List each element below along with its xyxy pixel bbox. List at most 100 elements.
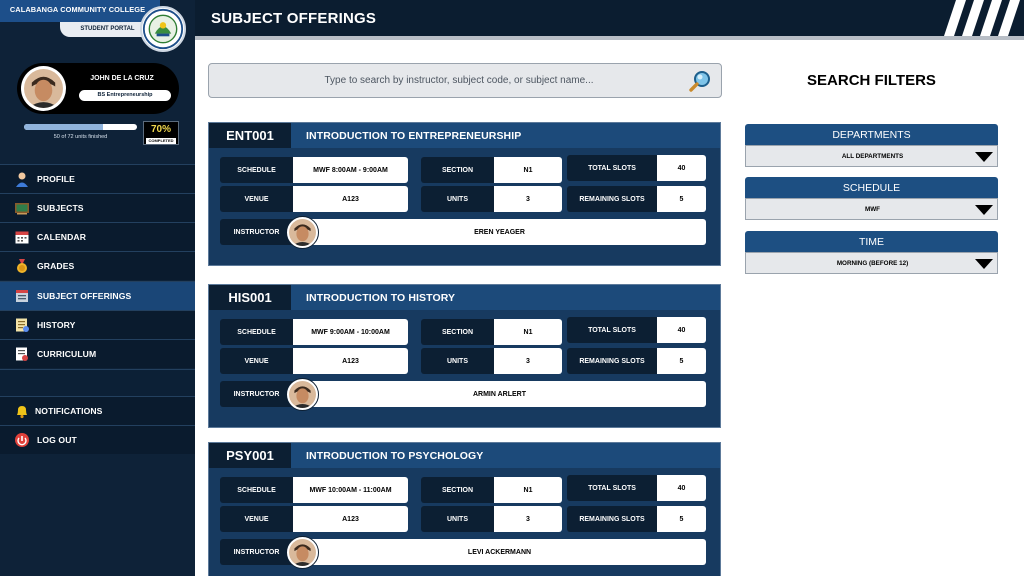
venue-field: VENUE A123	[220, 506, 408, 532]
units-label: UNITS	[421, 348, 494, 374]
student-program: BS Entrepreneurship	[79, 90, 171, 101]
sidebar-item-label: GRADES	[37, 261, 75, 271]
sidebar-item-label: CURRICULUM	[37, 349, 97, 359]
total-slots-field: TOTAL SLOTS 40	[567, 475, 706, 501]
instructor-label: INSTRUCTOR	[220, 539, 293, 565]
search-bar	[208, 63, 722, 98]
course-header: PSY001 INTRODUCTION TO PSYCHOLOGY	[209, 443, 720, 468]
header-rule	[195, 36, 1024, 40]
filter-label: TIME	[745, 231, 998, 253]
sidebar-item-subject-offerings[interactable]: SUBJECT OFFERINGS	[0, 281, 195, 310]
total-slots-label: TOTAL SLOTS	[567, 155, 657, 181]
venue-value: A123	[293, 506, 408, 532]
history-icon	[16, 318, 29, 332]
sidebar-item-label: LOG OUT	[37, 435, 77, 445]
schedule-value: MWF 10:00AM - 11:00AM	[293, 477, 408, 503]
remaining-slots-field: REMAINING SLOTS 5	[567, 186, 706, 212]
sidebar-item-history[interactable]: HISTORY	[0, 310, 195, 339]
instructor-avatar	[286, 378, 319, 411]
course-code-box: HIS001	[209, 285, 291, 310]
units-progress-bar	[24, 124, 137, 130]
chalkboard-icon	[15, 203, 29, 215]
dropdown-value: MWF	[864, 206, 881, 213]
search-input[interactable]	[249, 64, 669, 97]
course-code-box: PSY001	[209, 443, 291, 468]
sidebar-item-profile[interactable]: PROFILE	[0, 164, 195, 193]
units-value: 3	[494, 348, 562, 374]
sidebar-item-label: PROFILE	[37, 174, 75, 184]
sidebar-item-label: SUBJECT OFFERINGS	[37, 291, 132, 301]
offerings-icon	[16, 290, 28, 302]
total-slots-field: TOTAL SLOTS 40	[567, 317, 706, 343]
departments-dropdown[interactable]: ALL DEPARTMENTS	[745, 145, 998, 167]
section-value: N1	[494, 319, 562, 345]
brand-bar: CALABANGA COMMUNITY COLLEGE	[0, 0, 160, 22]
units-field: UNITS 3	[421, 348, 562, 374]
schedule-field: SCHEDULE MWF 10:00AM - 11:00AM	[220, 477, 408, 503]
sidebar: CALABANGA COMMUNITY COLLEGE STUDENT PORT…	[0, 0, 195, 576]
instructor-label: INSTRUCTOR	[220, 381, 293, 407]
venue-label: VENUE	[220, 506, 293, 532]
sidebar-item-label: CALENDAR	[37, 232, 87, 242]
time-dropdown[interactable]: MORNING (BEFORE 12)	[745, 252, 998, 274]
course-header: ENT001 INTRODUCTION TO ENTREPRENEURSHIP	[209, 123, 720, 148]
college-seal-logo	[140, 6, 186, 52]
units-label: UNITS	[421, 506, 494, 532]
sidebar-item-logout[interactable]: LOG OUT	[0, 425, 195, 454]
completion-badge: 70% COMPLETED	[143, 121, 179, 145]
section-label: SECTION	[421, 477, 494, 503]
completion-percent: 70%	[150, 124, 171, 135]
sidebar-item-curriculum[interactable]: CURRICULUM	[0, 339, 195, 368]
instructor-avatar	[286, 536, 319, 569]
sidebar-divider	[0, 369, 195, 396]
sidebar-item-grades[interactable]: GRADES	[0, 251, 195, 280]
filter-departments: DEPARTMENTS ALL DEPARTMENTS	[745, 124, 998, 167]
venue-value: A123	[293, 186, 408, 212]
profile-icon	[16, 172, 28, 187]
section-field: SECTION N1	[421, 477, 562, 503]
schedule-field: SCHEDULE MWF 9:00AM - 10:00AM	[220, 319, 408, 345]
search-filters-title: SEARCH FILTERS	[807, 72, 936, 89]
course-code: HIS001	[228, 290, 272, 305]
total-slots-field: TOTAL SLOTS 40	[567, 155, 706, 181]
bell-icon	[17, 406, 27, 419]
search-icon[interactable]	[689, 69, 713, 93]
instructor-name: LEVI ACKERMANN	[293, 539, 706, 565]
course-name: INTRODUCTION TO ENTREPRENEURSHIP	[306, 130, 522, 142]
brand-header: CALABANGA COMMUNITY COLLEGE STUDENT PORT…	[0, 0, 195, 52]
section-field: SECTION N1	[421, 157, 562, 183]
chevron-down-icon	[975, 152, 993, 162]
sidebar-item-calendar[interactable]: CALENDAR	[0, 222, 195, 251]
total-slots-label: TOTAL SLOTS	[567, 475, 657, 501]
instructor-label: INSTRUCTOR	[220, 219, 293, 245]
schedule-dropdown[interactable]: MWF	[745, 198, 998, 220]
remaining-slots-value: 5	[657, 506, 706, 532]
remaining-slots-value: 5	[657, 186, 706, 212]
remaining-slots-value: 5	[657, 348, 706, 374]
remaining-slots-label: REMAINING SLOTS	[567, 186, 657, 212]
section-value: N1	[494, 157, 562, 183]
course-card-psy001[interactable]: PSY001 INTRODUCTION TO PSYCHOLOGY SCHEDU…	[208, 442, 721, 576]
student-name: JOHN DE LA CRUZ	[90, 75, 154, 82]
student-profile-card[interactable]: JOHN DE LA CRUZ BS Entrepreneurship	[17, 63, 179, 114]
units-field: UNITS 3	[421, 186, 562, 212]
chevron-down-icon	[975, 205, 993, 215]
section-label: SECTION	[421, 319, 494, 345]
venue-label: VENUE	[220, 348, 293, 374]
course-card-his001[interactable]: HIS001 INTRODUCTION TO HISTORY SCHEDULE M…	[208, 284, 721, 428]
sidebar-item-subjects[interactable]: SUBJECTS	[0, 193, 195, 222]
completion-label: COMPLETED	[146, 138, 176, 144]
course-header: HIS001 INTRODUCTION TO HISTORY	[209, 285, 720, 310]
course-card-ent001[interactable]: ENT001 INTRODUCTION TO ENTREPRENEURSHIP …	[208, 122, 721, 266]
total-slots-value: 40	[657, 317, 706, 343]
filter-schedule: SCHEDULE MWF	[745, 177, 998, 220]
section-field: SECTION N1	[421, 319, 562, 345]
units-progress-fill	[24, 124, 104, 130]
dropdown-value: ALL DEPARTMENTS	[841, 153, 904, 160]
sidebar-item-notifications[interactable]: NOTIFICATIONS	[0, 396, 195, 425]
filter-label: DEPARTMENTS	[745, 124, 998, 146]
remaining-slots-field: REMAINING SLOTS 5	[567, 506, 706, 532]
sidebar-item-label: SUBJECTS	[37, 203, 84, 213]
venue-label: VENUE	[220, 186, 293, 212]
units-value: 3	[494, 186, 562, 212]
